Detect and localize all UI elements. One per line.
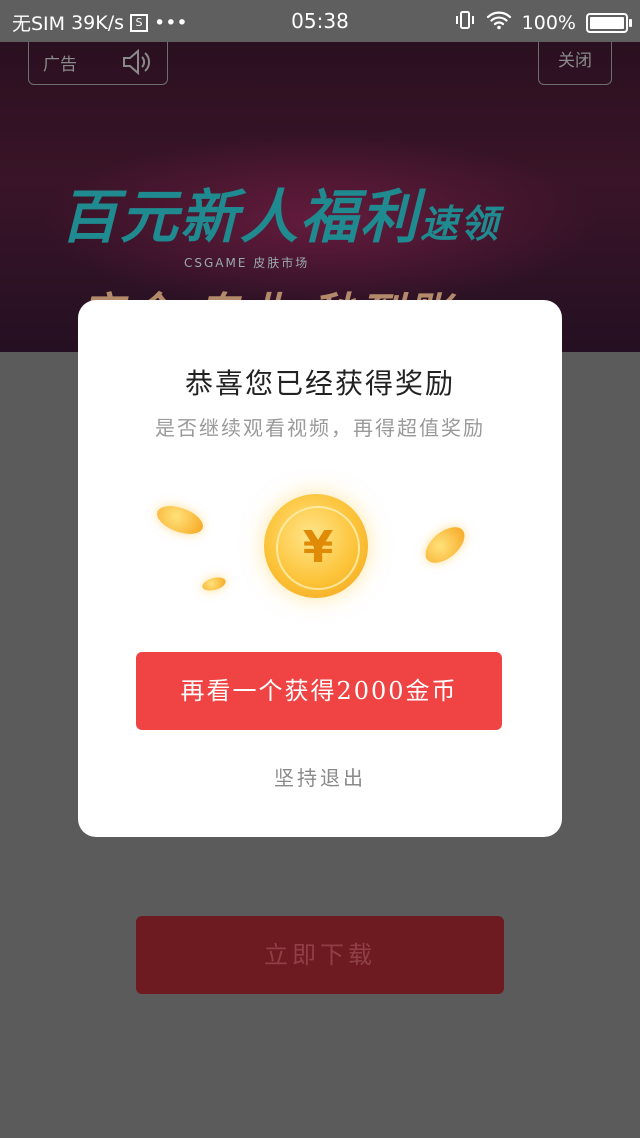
- ad-headline-main: 百元新人福利: [60, 183, 421, 251]
- wifi-icon: [486, 10, 512, 35]
- ad-label: 广告: [43, 55, 77, 75]
- status-bar: 无SIM 39K/s S ••• 05:38 100%: [0, 0, 640, 42]
- coins-illustration: ¥: [138, 480, 502, 620]
- close-ad-button[interactable]: 关闭: [538, 42, 612, 85]
- small-coin-icon: [419, 520, 471, 570]
- watch-again-button[interactable]: 再看一个获得2000金币: [136, 652, 502, 730]
- reward-dialog: 恭喜您已经获得奖励 是否继续观看视频，再得超值奖励 ¥ 再看一个获得2000金币…: [78, 300, 562, 837]
- dialog-title: 恭喜您已经获得奖励: [184, 367, 455, 400]
- ad-subline: CSGAME 皮肤市场: [184, 256, 310, 270]
- status-right: 100%: [454, 9, 632, 36]
- small-coin-icon: [153, 500, 207, 540]
- ad-headline-small: 速领: [420, 202, 501, 246]
- ad-headline: 百元新人福利速领: [60, 170, 500, 254]
- small-coin-icon: [200, 575, 228, 593]
- download-button[interactable]: 立即下载: [136, 916, 504, 994]
- yuan-symbol: ¥: [276, 506, 360, 590]
- ad-label-box: 广告: [28, 42, 168, 85]
- dialog-subtitle: 是否继续观看视频，再得超值奖励: [155, 416, 485, 440]
- battery-percent: 100%: [521, 11, 576, 34]
- vibrate-icon: [454, 9, 476, 36]
- speaker-icon[interactable]: [121, 48, 153, 82]
- quit-link[interactable]: 坚持退出: [78, 762, 562, 791]
- battery-icon: [586, 12, 632, 33]
- gold-coin-icon: ¥: [264, 494, 368, 598]
